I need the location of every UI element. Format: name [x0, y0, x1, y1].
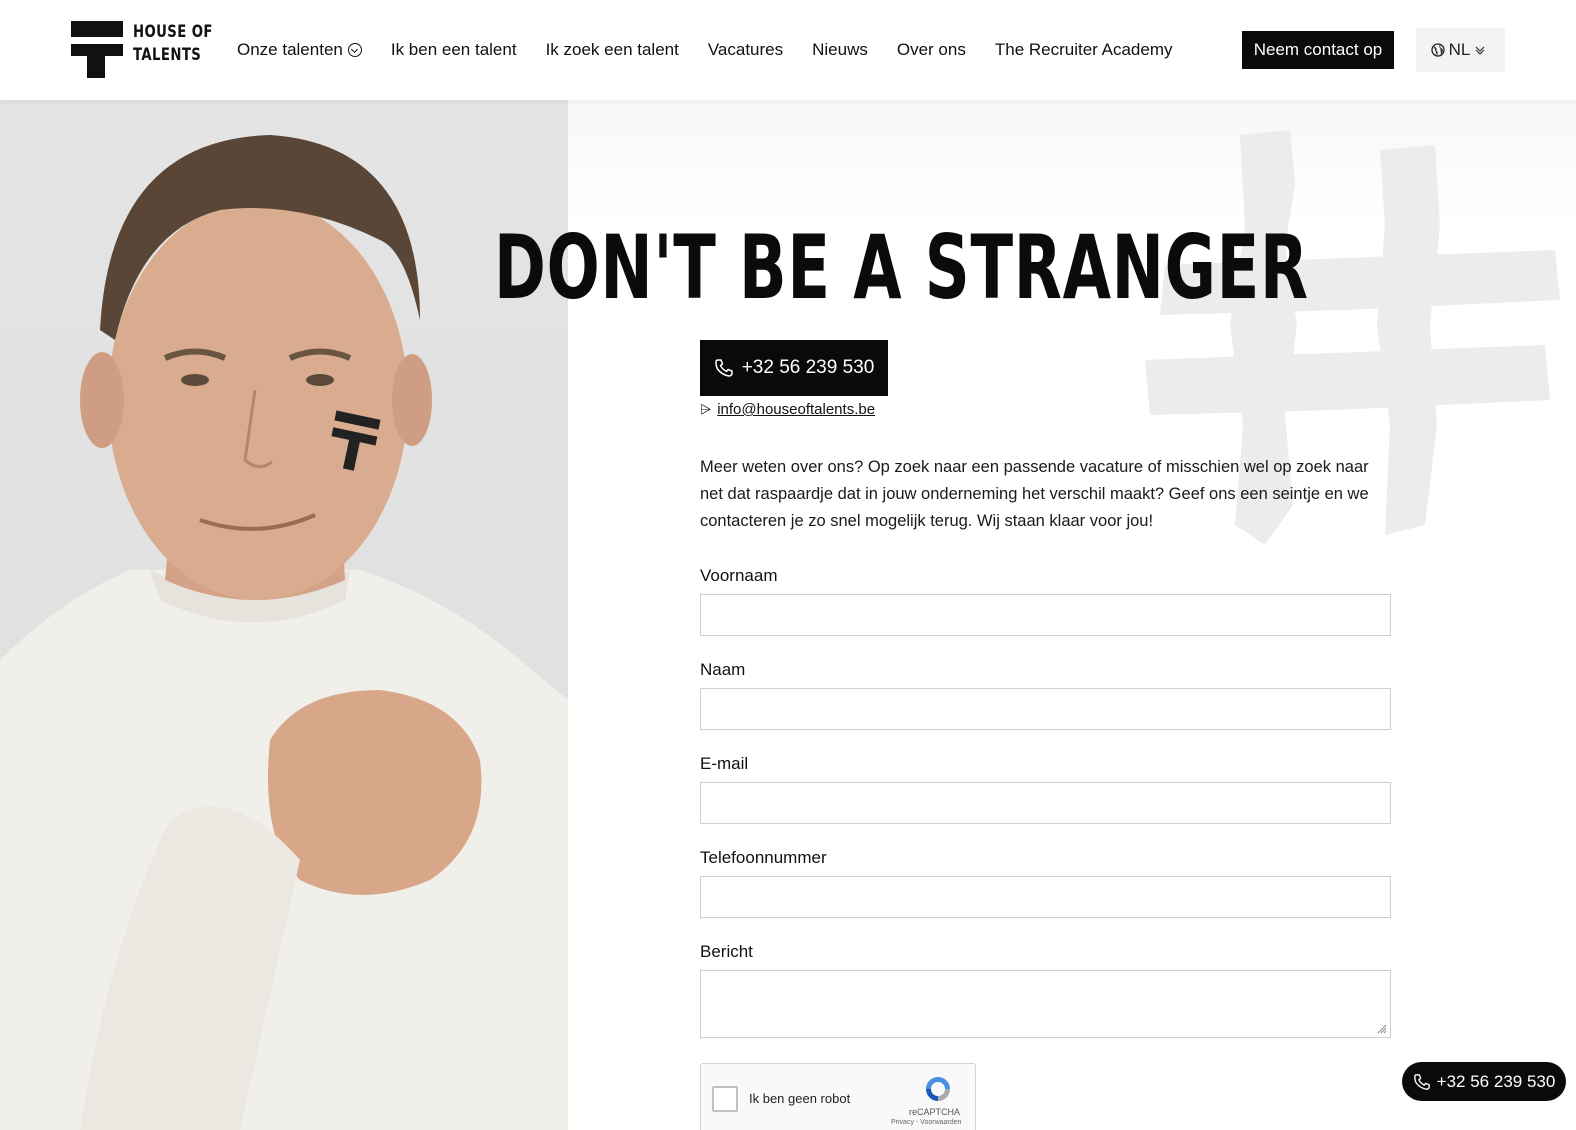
phone-label: Telefoonnummer	[700, 848, 827, 867]
globe-icon	[1430, 43, 1445, 57]
email-line: ⩥ info@houseoftalents.be	[700, 401, 875, 418]
email-field[interactable]	[700, 782, 1391, 824]
first-name-field[interactable]	[700, 594, 1391, 636]
logo-line-2: TALENTS	[133, 45, 202, 65]
intro-text: Meer weten over ons? Op zoek naar een pa…	[700, 458, 1369, 530]
logo-mark-icon	[71, 21, 123, 78]
phone-field[interactable]	[700, 876, 1391, 918]
floating-phone-number: +32 56 239 530	[1436, 1071, 1556, 1091]
phone-icon	[1413, 1073, 1430, 1090]
nav-item-label: Over ons	[896, 40, 966, 59]
nav-item-onze-talenten[interactable]: Onze talenten	[237, 38, 362, 62]
message-label: Bericht	[700, 942, 753, 961]
nav-item-label: The Recruiter Academy	[994, 40, 1173, 59]
nav-item-vacatures[interactable]: Vacatures	[708, 38, 783, 62]
resize-handle-icon[interactable]	[1377, 1024, 1387, 1034]
hero-portrait-image	[0, 100, 568, 1130]
recaptcha-checkbox[interactable]	[712, 1086, 738, 1112]
nav-item-ik-zoek-een-talent[interactable]: Ik zoek een talent	[546, 38, 679, 62]
chevron-down-icon	[347, 43, 362, 57]
logo-line-1: HOUSE OF	[133, 22, 213, 42]
send-icon: ⩥	[700, 401, 712, 417]
email-label: E-mail	[700, 754, 749, 773]
logo-text: HOUSE OF TALENTS	[133, 21, 213, 67]
nav-item-label: Vacatures	[707, 40, 784, 59]
phone-number: +32 56 239 530	[741, 357, 875, 378]
phone-button[interactable]: +32 56 239 530	[700, 340, 888, 396]
recaptcha-logo-icon	[926, 1077, 950, 1101]
nav-item-nieuws[interactable]: Nieuws	[812, 38, 868, 62]
nav-item-recruiter-academy[interactable]: The Recruiter Academy	[995, 38, 1173, 62]
recaptcha-links[interactable]: Privacy - Voorwaarden	[891, 1119, 961, 1126]
phone-icon	[714, 359, 733, 377]
recaptcha-brand: reCAPTCHA	[909, 1107, 961, 1117]
floating-phone-button[interactable]: +32 56 239 530	[1402, 1062, 1566, 1101]
house-of-talents-logo[interactable]: HOUSE OF TALENTS	[71, 21, 213, 79]
language-selector[interactable]: NL	[1416, 28, 1505, 72]
nav-item-label: Onze talenten	[237, 40, 343, 59]
first-name-label: Voornaam	[700, 566, 778, 585]
language-label: NL	[1448, 40, 1471, 59]
chevron-down-icon	[1475, 46, 1485, 55]
recaptcha-widget: Ik ben geen robot reCAPTCHA Privacy - Vo…	[700, 1063, 976, 1130]
nav-item-label: Ik ben een talent	[390, 40, 517, 59]
last-name-field[interactable]	[700, 688, 1391, 730]
contact-button[interactable]: Neem contact op	[1242, 31, 1394, 69]
nav-item-ik-ben-een-talent[interactable]: Ik ben een talent	[391, 38, 517, 62]
last-name-label: Naam	[700, 660, 746, 679]
nav-item-label: Ik zoek een talent	[545, 40, 679, 59]
email-link[interactable]: info@houseoftalents.be	[717, 401, 875, 418]
main-nav: Onze talenten Ik ben een talent Ik zoek …	[237, 38, 1202, 62]
nav-item-over-ons[interactable]: Over ons	[897, 38, 966, 62]
page-headline: DON'T BE A STRANGER	[494, 216, 1309, 319]
site-header: HOUSE OF TALENTS Onze talenten Ik ben ee…	[0, 0, 1576, 100]
message-field[interactable]	[700, 970, 1391, 1038]
recaptcha-label: Ik ben geen robot	[749, 1091, 851, 1106]
nav-item-label: Nieuws	[812, 40, 868, 59]
